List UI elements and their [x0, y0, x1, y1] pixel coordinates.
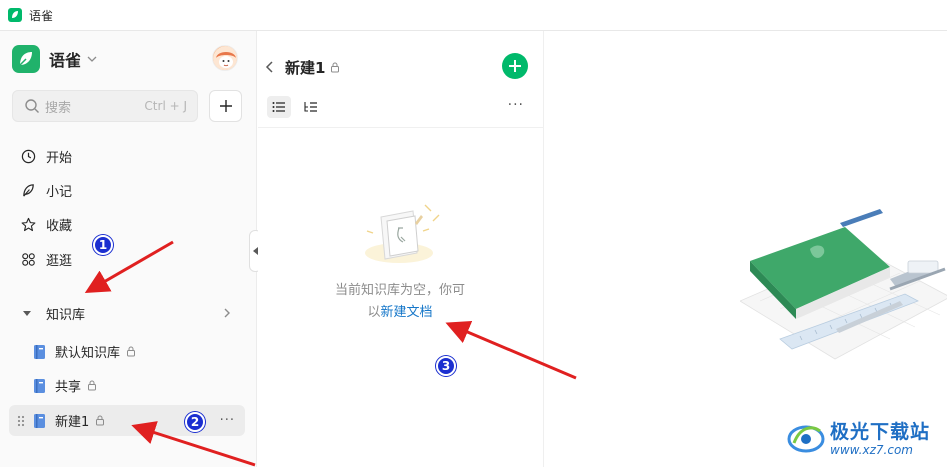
plus-icon [509, 60, 521, 72]
window-titlebar: 语雀 [0, 0, 947, 31]
lock-icon [96, 415, 105, 426]
library-item-default[interactable]: 默认知识库 [9, 336, 245, 367]
empty-message-line1: 当前知识库为空，你可 [334, 283, 465, 298]
watermark-name: 极光下载站 [830, 421, 931, 443]
annotation-badge-1: 1 [93, 235, 113, 255]
nav-label: 小记 [46, 184, 73, 200]
outline-view-button[interactable] [299, 96, 323, 118]
library-panel: 新建1 ··· 当前知识库为空，你可 以新建文档 [258, 31, 544, 467]
new-document-link[interactable]: 新建文档 [381, 305, 433, 320]
list-icon [272, 102, 285, 112]
user-avatar[interactable] [212, 45, 238, 71]
add-button[interactable] [209, 90, 242, 122]
lock-icon [88, 380, 97, 391]
nav-item-start[interactable]: 开始 [12, 141, 242, 171]
nav-item-notes[interactable]: 小记 [12, 175, 242, 205]
nav-item-favorites[interactable]: 收藏 [12, 209, 242, 239]
nav-label: 收藏 [46, 218, 73, 234]
nav-label: 开始 [46, 150, 73, 166]
content-area [545, 31, 947, 467]
nav-item-explore[interactable]: 逛逛 [12, 244, 242, 274]
panel-toolbar: ··· [258, 94, 544, 120]
watermark-url: www.xz7.com [830, 443, 913, 457]
lock-icon [331, 62, 340, 72]
chevron-right-icon[interactable] [222, 307, 232, 319]
search-shortcut: Ctrl + J [144, 99, 187, 113]
drag-handle-icon[interactable] [16, 414, 26, 428]
yuque-logo-icon [8, 8, 22, 22]
book-icon [34, 344, 45, 359]
chevron-down-icon [87, 56, 97, 62]
empty-state-illustration [365, 204, 440, 263]
empty-state-message: 当前知识库为空，你可 以新建文档 [320, 280, 480, 324]
more-options-button[interactable]: ··· [220, 413, 235, 428]
back-arrow-icon[interactable] [264, 60, 276, 74]
yuque-brand-icon [12, 45, 40, 73]
brand-name: 语雀 [49, 51, 82, 70]
brand-switcher[interactable]: 语雀 [12, 44, 242, 74]
book-icon [34, 378, 45, 393]
plus-icon [219, 100, 232, 112]
search-icon [25, 99, 39, 113]
feather-icon [20, 182, 36, 198]
watermark-logo-icon [787, 425, 825, 453]
list-view-button[interactable] [267, 96, 291, 118]
empty-message-prefix: 以 [367, 305, 381, 320]
clock-icon [20, 148, 36, 164]
library-label: 默认知识库 [55, 346, 121, 361]
sidebar: 语雀 搜索 Ctrl + J 开始 小记 收藏 逛逛 知识库 默认知识库 共享 … [0, 31, 257, 467]
nav-label: 逛逛 [46, 253, 73, 269]
library-item-new1[interactable]: 新建1 ··· [9, 405, 245, 436]
knowledge-base-section[interactable]: 知识库 [12, 298, 242, 328]
grid-icon [20, 251, 36, 267]
caret-down-icon [23, 311, 31, 316]
book-icon [34, 413, 45, 428]
library-item-shared[interactable]: 共享 [9, 370, 245, 401]
library-label: 共享 [55, 380, 82, 395]
panel-header: 新建1 [258, 51, 544, 83]
window-title: 语雀 [29, 8, 54, 23]
star-icon [20, 216, 36, 232]
outline-icon [304, 102, 317, 112]
search-placeholder: 搜索 [45, 100, 72, 116]
new-document-button[interactable] [502, 53, 528, 79]
knowledge-base-label: 知识库 [46, 307, 86, 323]
book-illustration [740, 209, 947, 360]
library-label: 新建1 [55, 415, 90, 430]
lock-icon [127, 346, 136, 357]
panel-more-button[interactable]: ··· [508, 97, 524, 113]
annotation-badge-3: 3 [436, 356, 456, 376]
panel-title: 新建1 [285, 58, 326, 77]
search-input[interactable]: 搜索 Ctrl + J [12, 90, 198, 122]
watermark: 极光下载站 www.xz7.com [786, 415, 946, 459]
annotation-badge-2: 2 [185, 412, 205, 432]
